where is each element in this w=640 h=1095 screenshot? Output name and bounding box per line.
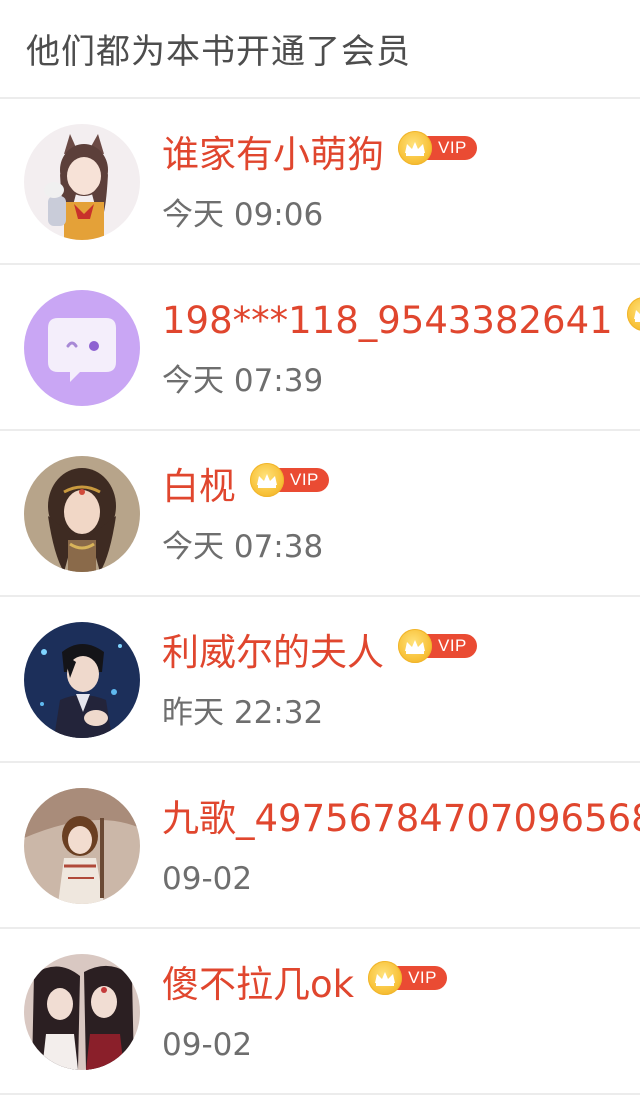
name-line: 白枧 VIP (162, 461, 329, 513)
couple-anime-avatar-icon (24, 954, 140, 1070)
name-line: 198***118_9543382641 VIP (162, 295, 640, 347)
member-time: 今天 07:38 (162, 529, 324, 565)
member-name[interactable]: 利威尔的夫人 (162, 627, 384, 679)
member-name[interactable]: 谁家有小萌狗 (162, 129, 384, 181)
vip-badge: VIP (250, 463, 329, 497)
vip-badge: VIP (398, 629, 477, 663)
member-info: 九歌_49756784707096568 VIP 09-02 (162, 763, 640, 927)
member-name[interactable]: 白枧 (162, 461, 236, 513)
girl-cat-ears-avatar-icon (24, 124, 140, 240)
member-name[interactable]: 198***118_9543382641 (162, 295, 613, 347)
member-time: 昨天 22:32 (162, 695, 324, 731)
member-name[interactable]: 九歌_49756784707096568 (162, 793, 640, 845)
name-line: 傻不拉几ok VIP (162, 959, 447, 1011)
vip-badge: VIP (626, 297, 640, 331)
crown-icon (250, 463, 284, 497)
member-row[interactable]: 利威尔的夫人 VIP 昨天 22:32 (0, 597, 640, 763)
ancient-style-girl-avatar-icon (24, 456, 140, 572)
member-info: 傻不拉几ok VIP 09-02 (162, 929, 640, 1093)
member-time: 09-02 (162, 861, 253, 897)
member-info: 利威尔的夫人 VIP 昨天 22:32 (162, 597, 640, 761)
member-row[interactable]: 傻不拉几ok VIP 09-02 (0, 929, 640, 1095)
avatar[interactable] (24, 124, 140, 240)
member-name[interactable]: 傻不拉几ok (162, 959, 354, 1011)
crown-icon (398, 131, 432, 165)
avatar[interactable] (24, 456, 140, 572)
anime-man-avatar-icon (24, 622, 140, 738)
name-line: 九歌_49756784707096568 VIP (162, 793, 640, 845)
avatar[interactable] (24, 290, 140, 406)
member-time: 09-02 (162, 1027, 253, 1063)
name-line: 谁家有小萌狗 VIP (162, 129, 477, 181)
page-title: 他们都为本书开通了会员 (26, 32, 411, 72)
member-row[interactable]: 谁家有小萌狗 VIP 今天 09:06 (0, 99, 640, 265)
crown-icon (368, 961, 403, 995)
member-info: 白枧 VIP 今天 07:38 (162, 431, 640, 595)
avatar[interactable] (24, 622, 140, 738)
avatar[interactable] (24, 788, 140, 904)
member-row[interactable]: 九歌_49756784707096568 VIP 09-02 (0, 763, 640, 929)
doll-avatar-icon (24, 788, 140, 904)
vip-badge: VIP (368, 961, 447, 995)
member-row[interactable]: 白枧 VIP 今天 07:38 (0, 431, 640, 597)
crown-icon (398, 629, 432, 663)
crown-icon (626, 297, 640, 331)
chat-bubble-avatar-icon (24, 290, 140, 406)
member-time: 今天 07:39 (162, 363, 324, 399)
member-info: 谁家有小萌狗 VIP 今天 09:06 (162, 99, 640, 263)
member-list: 谁家有小萌狗 VIP 今天 09:06 198***118_9543382641… (0, 99, 640, 1095)
member-row[interactable]: 198***118_9543382641 VIP 今天 07:39 (0, 265, 640, 431)
page-header: 他们都为本书开通了会员 (0, 0, 640, 99)
vip-badge: VIP (398, 131, 477, 165)
name-line: 利威尔的夫人 VIP (162, 627, 477, 679)
member-time: 今天 09:06 (162, 197, 324, 233)
member-info: 198***118_9543382641 VIP 今天 07:39 (162, 265, 640, 429)
avatar[interactable] (24, 954, 140, 1070)
